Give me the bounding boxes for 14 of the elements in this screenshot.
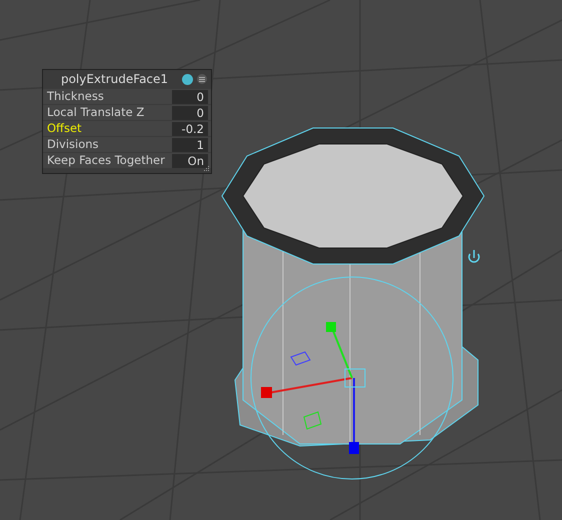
- attribute-label[interactable]: Offset: [47, 122, 168, 134]
- power-icon: [468, 250, 480, 263]
- attribute-value-field[interactable]: On: [172, 154, 208, 168]
- attribute-value-field[interactable]: -0.2: [172, 122, 208, 136]
- pie-icon[interactable]: [182, 74, 193, 84]
- panel-title: polyExtrudeFace1: [60, 73, 170, 85]
- menu-icon[interactable]: [197, 74, 207, 84]
- attribute-value-field[interactable]: 0: [172, 106, 208, 120]
- attribute-label[interactable]: Thickness: [47, 90, 168, 102]
- attribute-label[interactable]: Keep Faces Together: [47, 154, 168, 166]
- attribute-value-field[interactable]: 1: [172, 138, 208, 152]
- attribute-label[interactable]: Divisions: [47, 138, 168, 150]
- attribute-label[interactable]: Local Translate Z: [47, 106, 168, 118]
- attribute-value-field[interactable]: 0: [172, 90, 208, 104]
